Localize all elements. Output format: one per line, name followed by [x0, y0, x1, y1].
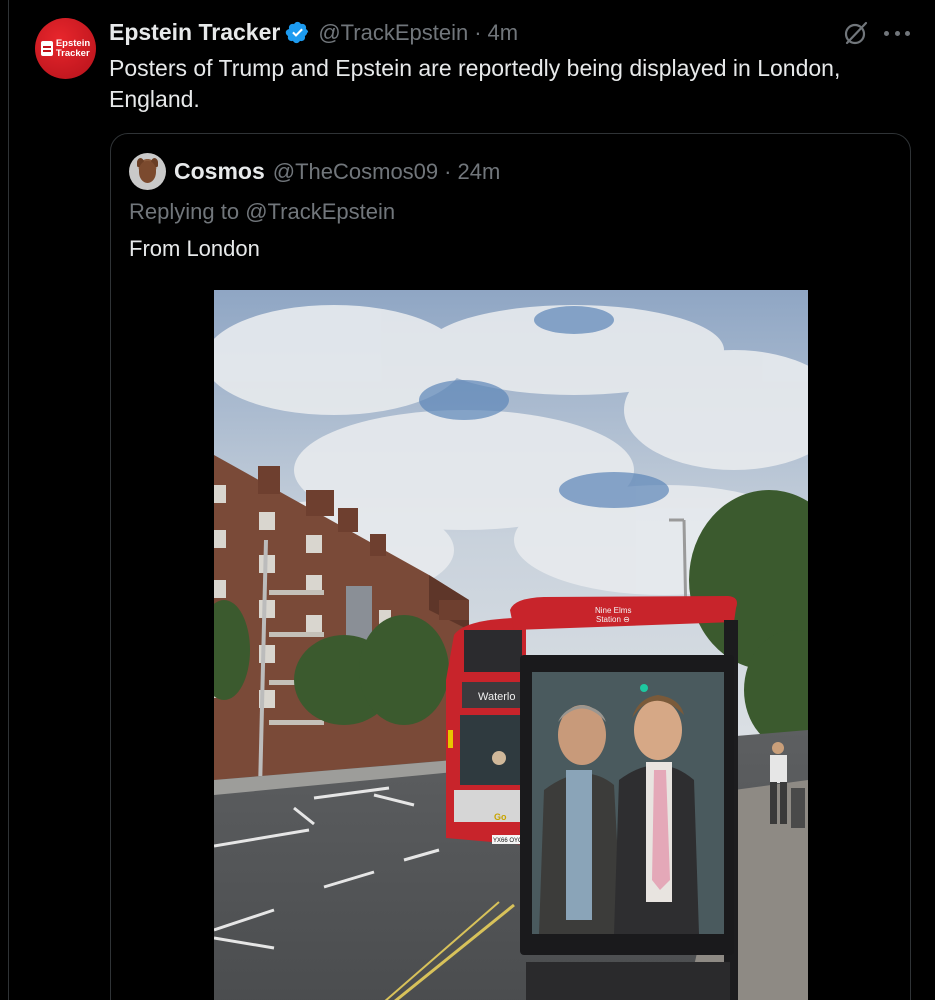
poster-figures	[532, 672, 724, 934]
shelter-sign-line2: Station ⊖	[596, 615, 630, 624]
shelter-sign-line1: Nine Elms	[595, 606, 631, 615]
more-dot	[884, 30, 889, 36]
avatar-brand-line1: Epstein	[55, 37, 91, 49]
grok-icon[interactable]	[843, 20, 869, 46]
avatar-face	[139, 161, 156, 183]
replying-to-mention[interactable]: @TrackEpstein	[245, 199, 395, 224]
bus-destination-sign: Waterlo	[478, 691, 516, 703]
quoted-author-handle[interactable]: @TheCosmos09	[273, 159, 438, 185]
quoted-tweet-header: Cosmos @TheCosmos09 · 24m	[174, 158, 500, 185]
author-display-name[interactable]: Epstein Tracker	[109, 19, 280, 46]
thread-rail	[8, 0, 9, 1000]
more-dot	[905, 30, 910, 36]
tweet-header: Epstein Tracker @TrackEpstein · 4m	[109, 19, 518, 46]
author-handle[interactable]: @TrackEpstein	[318, 20, 468, 46]
replying-to-prefix: Replying to	[129, 199, 246, 224]
replying-to-line: Replying to @TrackEpstein	[129, 199, 395, 225]
author-avatar[interactable]: Epstein Tracker	[35, 18, 96, 79]
avatar-brand-line2: Tracker	[55, 47, 90, 59]
quoted-tweet-card[interactable]: Cosmos @TheCosmos09 · 24m Replying to @T…	[110, 133, 911, 1000]
more-options-icon[interactable]	[884, 22, 910, 44]
quoted-author-display-name[interactable]: Cosmos	[174, 158, 265, 185]
quoted-tweet-photo[interactable]: Waterlo Go YX66 OYC Nine Elms Station ⊖	[214, 290, 808, 1000]
verified-badge-icon[interactable]	[285, 20, 310, 45]
more-dot	[894, 30, 900, 36]
tweet-text: Posters of Trump and Epstein are reporte…	[109, 55, 841, 112]
header-separator: ·	[474, 19, 482, 45]
document-icon	[40, 41, 53, 56]
avatar-brand-text: Epstein Tracker	[55, 37, 91, 59]
bus-brand-text: Go	[494, 812, 507, 822]
stairwell-glass	[346, 586, 372, 641]
display-indicator-light	[640, 684, 648, 692]
red-bus: Waterlo Go YX66 OYC	[446, 618, 526, 845]
bus-number-plate: YX66 OYC	[493, 838, 523, 844]
quoted-author-avatar[interactable]	[129, 153, 166, 190]
quoted-header-separator: ·	[444, 158, 452, 184]
quoted-tweet-text: From London	[129, 236, 260, 261]
bus-shelter: Nine Elms Station ⊖	[510, 596, 738, 1000]
post-time[interactable]: 4m	[488, 20, 519, 46]
quoted-post-time[interactable]: 24m	[457, 159, 500, 185]
